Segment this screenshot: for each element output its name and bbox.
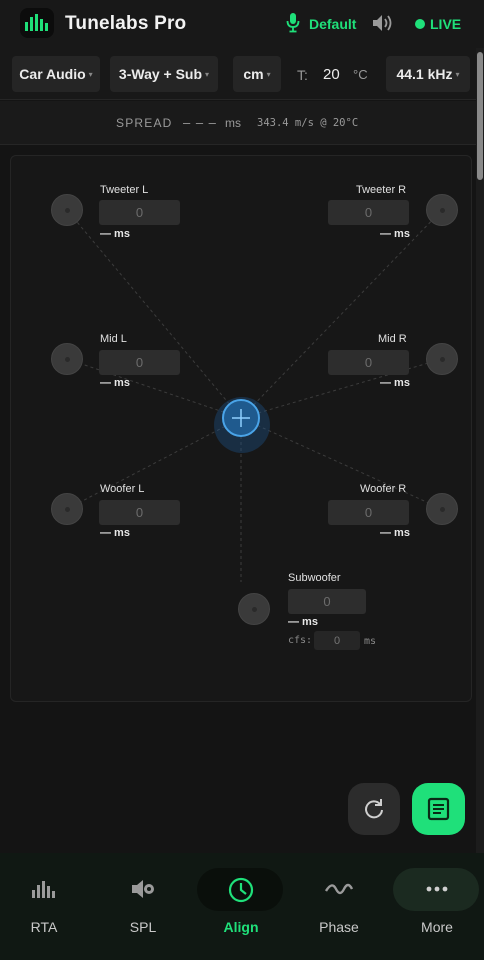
speaker-mid-l[interactable] [51, 343, 83, 375]
sub-offset-input[interactable] [314, 631, 360, 650]
delay-readout: — ms [288, 616, 318, 628]
channel-name: Tweeter R [356, 184, 407, 196]
delay-input-subwoofer[interactable] [288, 589, 366, 614]
channel-name: Mid L [100, 333, 127, 345]
speaker-tweeter-r[interactable] [426, 194, 458, 226]
crosshair-icon [232, 409, 250, 427]
channel-name: Woofer L [100, 483, 145, 495]
nav-label: Phase [319, 919, 359, 935]
wave-icon [324, 883, 354, 895]
speaker-tweeter-l[interactable] [51, 194, 83, 226]
nav-phase[interactable]: Phase [295, 868, 383, 946]
channel-name: Woofer R [360, 483, 407, 495]
nav-label: RTA [30, 919, 58, 935]
delay-input-mid-r[interactable] [328, 350, 409, 375]
bottom-nav: RTA SPL Align Phase More [0, 853, 484, 960]
speaker-meter-icon [132, 880, 154, 898]
nav-label: Align [223, 919, 259, 935]
delay-readout: — ms [380, 527, 410, 539]
nav-rta[interactable]: RTA [0, 868, 88, 946]
delay-readout: — ms [100, 228, 130, 240]
speaker-woofer-r[interactable] [426, 493, 458, 525]
delay-input-tweeter-l[interactable] [99, 200, 180, 225]
document-icon [427, 797, 450, 821]
listening-position-handle[interactable] [222, 399, 260, 437]
nav-label: SPL [129, 919, 157, 935]
delay-readout: — ms [100, 377, 130, 389]
delay-readout: — ms [380, 377, 410, 389]
delay-input-mid-l[interactable] [99, 350, 180, 375]
refresh-icon [365, 799, 383, 819]
more-dots-icon [426, 886, 448, 892]
speaker-mid-r[interactable] [426, 343, 458, 375]
speaker-subwoofer[interactable] [238, 593, 270, 625]
reset-button[interactable] [348, 783, 400, 835]
delay-input-tweeter-r[interactable] [328, 200, 409, 225]
speaker-woofer-l[interactable] [51, 493, 83, 525]
channel-name: Tweeter L [100, 184, 149, 196]
nav-label: More [421, 919, 453, 935]
sub-offset-unit: ms [364, 636, 377, 647]
nav-more[interactable]: More [393, 868, 481, 946]
channel-name: Subwoofer [288, 572, 341, 584]
clock-icon [228, 877, 254, 903]
nav-align[interactable]: Align [197, 868, 285, 946]
report-button[interactable] [412, 783, 465, 835]
delay-readout: — ms [100, 527, 130, 539]
channel-name: Mid R [378, 333, 407, 345]
delay-readout: — ms [380, 228, 410, 240]
delay-input-woofer-l[interactable] [99, 500, 180, 525]
bar-chart-icon [32, 881, 55, 898]
nav-spl[interactable]: SPL [99, 868, 187, 946]
delay-input-woofer-r[interactable] [328, 500, 409, 525]
sub-offset-label: cfs: [288, 635, 313, 646]
